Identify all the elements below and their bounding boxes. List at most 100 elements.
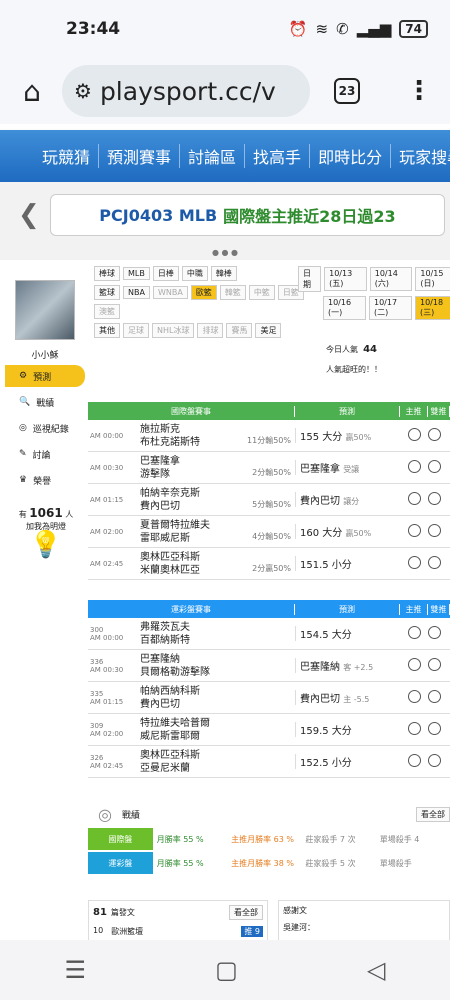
double-pick-cell	[428, 689, 450, 706]
team-home[interactable]: 亞曼尼米蘭	[140, 762, 295, 775]
banner-league: MLB	[178, 205, 218, 225]
team-home[interactable]: 貝爾格勒游擊隊	[140, 666, 295, 679]
nav-item-player-search[interactable]: 玩家搜尋	[391, 144, 450, 168]
main-pick-radio[interactable]	[407, 523, 421, 537]
filter-chip[interactable]: NHL冰球	[152, 323, 195, 338]
team-away[interactable]: 特拉維夫哈普爾	[140, 717, 295, 730]
double-pick-radio[interactable]	[428, 721, 441, 735]
main-pick-radio[interactable]	[407, 555, 421, 569]
filter-chip[interactable]: 歐籃	[190, 285, 217, 300]
double-pick-radio[interactable]	[428, 555, 441, 569]
home-button-icon[interactable]: ▢	[215, 956, 238, 984]
nav-item-live-score[interactable]: 即時比分	[310, 144, 392, 168]
nav-item-experts[interactable]: 找高手	[245, 144, 311, 168]
match-number: 326	[90, 753, 104, 762]
filter-chip[interactable]: 中職	[181, 266, 208, 281]
sidebar-item-honor[interactable]: ♛ 榮譽	[5, 469, 85, 491]
double-pick-radio[interactable]	[428, 689, 441, 703]
main-pick-radio[interactable]	[407, 491, 421, 505]
prediction-pick: 費內巴切	[300, 496, 340, 507]
filter-chip[interactable]: MLB	[123, 267, 150, 280]
date-chip[interactable]: 10/16 (一)	[323, 296, 366, 320]
date-chip[interactable]: 10/13 (五)	[324, 267, 367, 291]
address-bar[interactable]: ⚙ playsport.cc/v	[62, 65, 310, 117]
intl-table: 國際盤賽事 預測 主推 雙推 AM 00:00 施拉斯克 布杜克諾斯特 11分輸50%…	[88, 402, 450, 580]
double-pick-radio[interactable]	[428, 427, 441, 441]
nav-item-forum[interactable]: 討論區	[180, 144, 246, 168]
main-pick-radio[interactable]	[407, 625, 421, 639]
table-row: AM 02:45 奧林匹亞科斯 米蘭奧林匹亞 2分贏50% 151.5 小分	[88, 548, 450, 580]
date-chip[interactable]: 10/14 (六)	[369, 267, 413, 291]
main-pick-radio[interactable]	[407, 657, 421, 671]
table-row: AM 00:30 巴塞隆拿 游擊隊 2分輸50% 巴塞隆拿 受讓	[88, 452, 450, 484]
chevron-left-icon[interactable]: ❮	[18, 200, 40, 230]
main-pick-radio[interactable]	[407, 689, 421, 703]
match-time: AM 01:15	[90, 697, 124, 706]
filter-chip[interactable]: 足球	[123, 323, 149, 338]
double-pick-radio[interactable]	[428, 491, 441, 505]
prediction-cell: 費內巴切 主 -5.5	[295, 690, 400, 705]
double-pick-radio[interactable]	[428, 523, 441, 537]
back-icon[interactable]: ◁	[367, 956, 385, 984]
sidebar-item-discuss[interactable]: ✎ 討論	[5, 443, 85, 465]
url-text[interactable]: playsport.cc/v	[100, 77, 276, 106]
match-time-cell: 336 AM 00:30	[88, 658, 140, 674]
filter-chip[interactable]: 澳籃	[94, 304, 120, 319]
avatar[interactable]	[15, 280, 75, 340]
main-pick-radio[interactable]	[407, 721, 421, 735]
double-pick-radio[interactable]	[428, 753, 441, 767]
home-icon[interactable]: ⌂	[12, 75, 52, 108]
view-all-button[interactable]: 看全部	[416, 806, 450, 822]
date-chip[interactable]: 10/18 (三)	[415, 296, 450, 320]
filter-chip[interactable]: 韓棒	[210, 266, 237, 281]
team-away[interactable]: 弗羅茨瓦夫	[140, 621, 295, 634]
odds-label: 4分輸50%	[252, 531, 291, 541]
sidebar-item-patrol[interactable]: ◎ 巡視紀錄	[5, 417, 85, 439]
filter-chip[interactable]: 中籃	[248, 285, 275, 300]
thanks-user[interactable]: 吳建河：	[283, 922, 445, 933]
date-chip[interactable]: 10/15 (日)	[415, 267, 450, 291]
lightbulb-icon[interactable]: 💡	[13, 532, 79, 558]
carousel-dots[interactable]: ● ● ●	[0, 248, 450, 260]
double-pick-cell	[428, 721, 450, 738]
main-pick-radio[interactable]	[407, 459, 421, 473]
team-home[interactable]: 威尼斯雷耶爾	[140, 730, 295, 743]
odds-label: 2分贏50%	[252, 563, 291, 573]
site-settings-icon[interactable]: ⚙	[74, 79, 92, 103]
date-chip[interactable]: 10/17 (二)	[369, 296, 412, 320]
team-home[interactable]: 費內巴切	[140, 698, 295, 711]
prediction-pick: 巴塞隆拿	[300, 464, 340, 475]
match-time-cell: AM 02:00	[88, 528, 140, 536]
tab-switcher-button[interactable]: 23	[334, 78, 360, 104]
double-pick-radio[interactable]	[428, 459, 441, 473]
teams-cell: 施拉斯克 布杜克諾斯特 11分輸50%	[140, 423, 295, 449]
teams-cell: 巴塞隆拿 游擊隊 2分輸50%	[140, 455, 295, 481]
more-menu-icon[interactable]: ⋮	[406, 76, 438, 106]
double-pick-radio[interactable]	[428, 657, 441, 671]
sidebar-item-record[interactable]: 🔍 戰績	[5, 391, 85, 413]
filter-chip[interactable]: 韓籃	[219, 285, 246, 300]
filter-chip[interactable]: 排球	[197, 323, 224, 338]
team-away[interactable]: 巴塞隆納	[140, 653, 295, 666]
posts-view-all-button[interactable]: 看全部	[229, 905, 263, 920]
recent-apps-icon[interactable]: ☰	[65, 956, 87, 984]
table-row: AM 01:15 帕納辛奈克斯 費內巴切 5分輸50% 費內巴切 讓分	[88, 484, 450, 516]
sidebar-item-predict[interactable]: ⚙ 預測	[5, 365, 85, 387]
username[interactable]: 小小穌	[5, 348, 85, 361]
filter-chip[interactable]: 賽馬	[226, 323, 253, 338]
team-home[interactable]: 百都納斯特	[140, 634, 295, 647]
filter-chip[interactable]: WNBA	[152, 286, 188, 299]
promo-banner[interactable]: PCJ0403 MLB 國際盤主推近28日過23	[50, 194, 445, 236]
main-pick-radio[interactable]	[407, 753, 421, 767]
nav-item-predict[interactable]: 預測賽事	[99, 144, 181, 168]
nav-item-play[interactable]: 玩競猜	[34, 144, 100, 168]
post-title-link[interactable]: 歐洲籃壇	[111, 926, 143, 937]
main-pick-radio[interactable]	[407, 427, 421, 441]
double-pick-radio[interactable]	[428, 625, 441, 639]
team-away[interactable]: 帕納西納科斯	[140, 685, 295, 698]
team-away[interactable]: 奧林匹亞科斯	[140, 749, 295, 762]
filter-chip[interactable]: NBA	[123, 286, 150, 299]
filter-chip[interactable]: 美足	[255, 323, 282, 338]
filter-chip[interactable]: 日棒	[152, 266, 179, 281]
main-pick-cell	[400, 753, 428, 770]
